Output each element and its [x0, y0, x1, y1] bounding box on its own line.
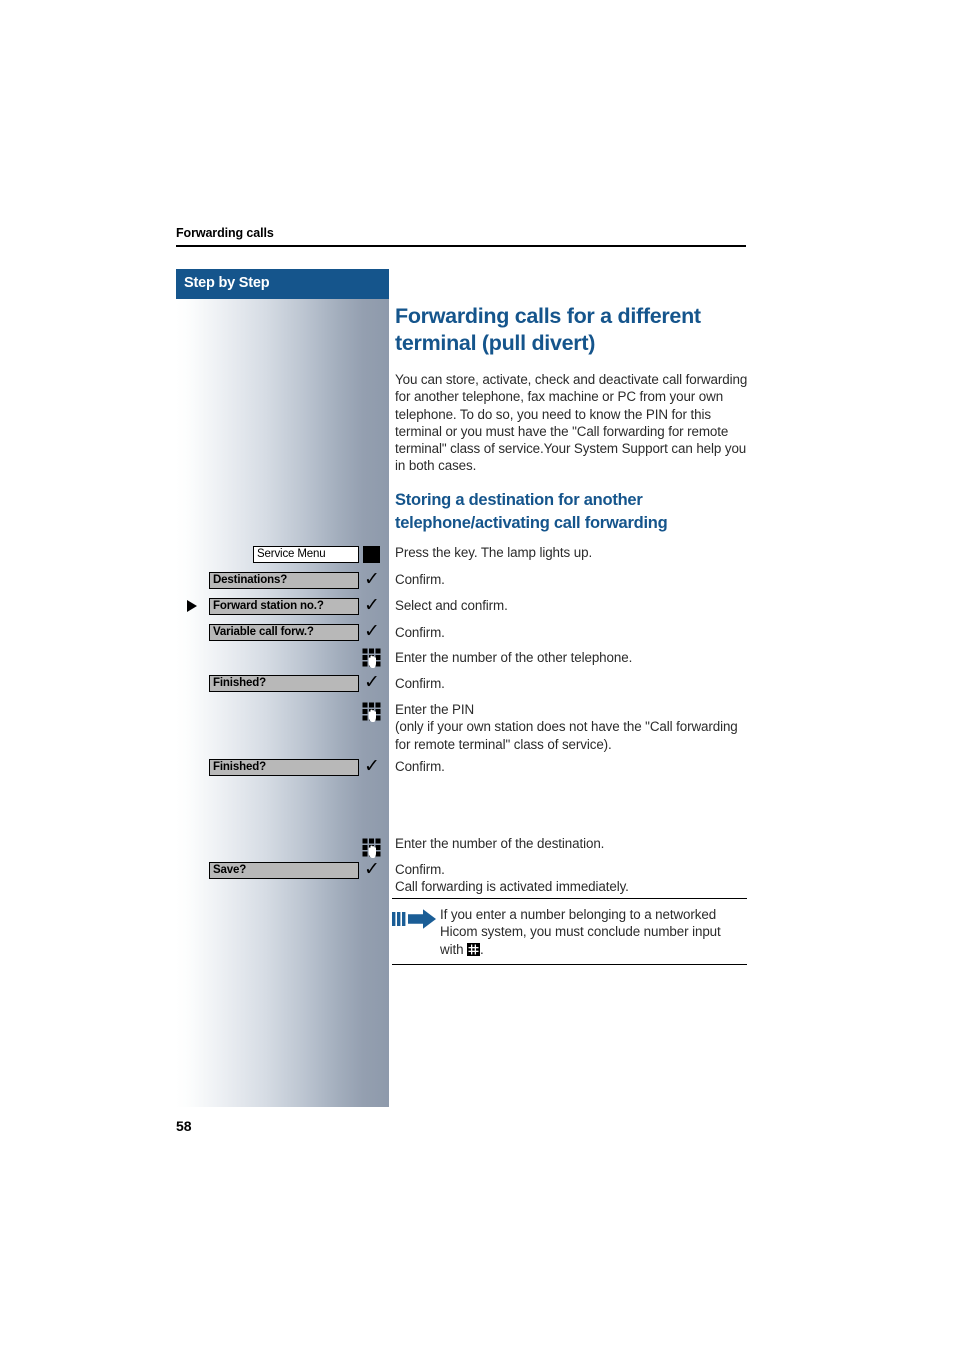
display-softkey-finished[interactable]: Finished?	[209, 675, 359, 692]
sidebar-header: Step by Step	[176, 269, 389, 299]
step-row: Forward station no.? ✓	[176, 595, 389, 618]
hash-key-icon	[467, 942, 481, 956]
intro-paragraph: You can store, activate, check and deact…	[395, 372, 748, 474]
instruction-text: Confirm. Call forwarding is activated imm…	[395, 862, 629, 895]
document-page: Forwarding calls Step by Step Service Me…	[0, 0, 954, 1351]
display-softkey-destinations[interactable]: Destinations?	[209, 572, 359, 589]
step-row	[176, 647, 389, 669]
instruction-text: Press the key. The lamp lights up.	[395, 545, 593, 560]
check-icon[interactable]: ✓	[364, 859, 382, 881]
instruction-text: Enter the PIN (only if your own station d…	[395, 702, 738, 752]
instruction-text: Confirm.	[395, 676, 445, 691]
step-row: Finished? ✓	[176, 672, 389, 695]
instruction-text: Enter the number of the other telephone.	[395, 650, 633, 665]
select-marker-icon	[187, 600, 197, 612]
instruction-text: Confirm.	[395, 759, 445, 774]
check-icon[interactable]: ✓	[364, 756, 382, 778]
note-text: If you enter a number belonging to a net…	[440, 906, 747, 958]
display-softkey-finished[interactable]: Finished?	[209, 759, 359, 776]
instruction-text: Confirm.	[395, 625, 445, 640]
instruction-text: Confirm.	[395, 572, 445, 587]
keypad-icon[interactable]	[361, 837, 382, 859]
keypad-icon[interactable]	[361, 647, 382, 669]
header-rule	[176, 245, 746, 247]
step-row: Variable call forw.? ✓	[176, 621, 389, 644]
display-softkey-service-menu[interactable]: Service Menu	[253, 546, 359, 563]
step-row: Finished? ✓	[176, 756, 389, 779]
instruction-text: Select and confirm.	[395, 598, 508, 613]
running-header: Forwarding calls	[176, 226, 274, 240]
step-row	[176, 837, 389, 859]
check-icon[interactable]: ✓	[364, 672, 382, 694]
step-row: Service Menu	[176, 546, 389, 566]
display-softkey-variable-call-forw[interactable]: Variable call forw.?	[209, 624, 359, 641]
display-softkey-forward-station-no[interactable]: Forward station no.?	[209, 598, 359, 615]
instruction-text: Enter the number of the destination.	[395, 836, 605, 851]
check-icon[interactable]: ✓	[364, 595, 382, 617]
check-icon[interactable]: ✓	[364, 569, 382, 591]
arrow-right-icon	[392, 908, 438, 930]
step-row	[176, 701, 389, 723]
note-box: If you enter a number belonging to a net…	[392, 898, 747, 965]
note-text-after: .	[480, 941, 484, 957]
display-softkey-save[interactable]: Save?	[209, 862, 359, 879]
black-key-icon[interactable]	[363, 546, 380, 563]
page-title: Forwarding calls for a different termina…	[395, 304, 701, 355]
section-subtitle: Storing a destination for another teleph…	[395, 491, 668, 532]
step-row: Save? ✓	[176, 859, 389, 882]
keypad-icon[interactable]	[361, 701, 382, 723]
step-row: Destinations? ✓	[176, 569, 389, 592]
sidebar-header-label: Step by Step	[184, 275, 270, 291]
check-icon[interactable]: ✓	[364, 621, 382, 643]
page-number: 58	[176, 1118, 192, 1134]
